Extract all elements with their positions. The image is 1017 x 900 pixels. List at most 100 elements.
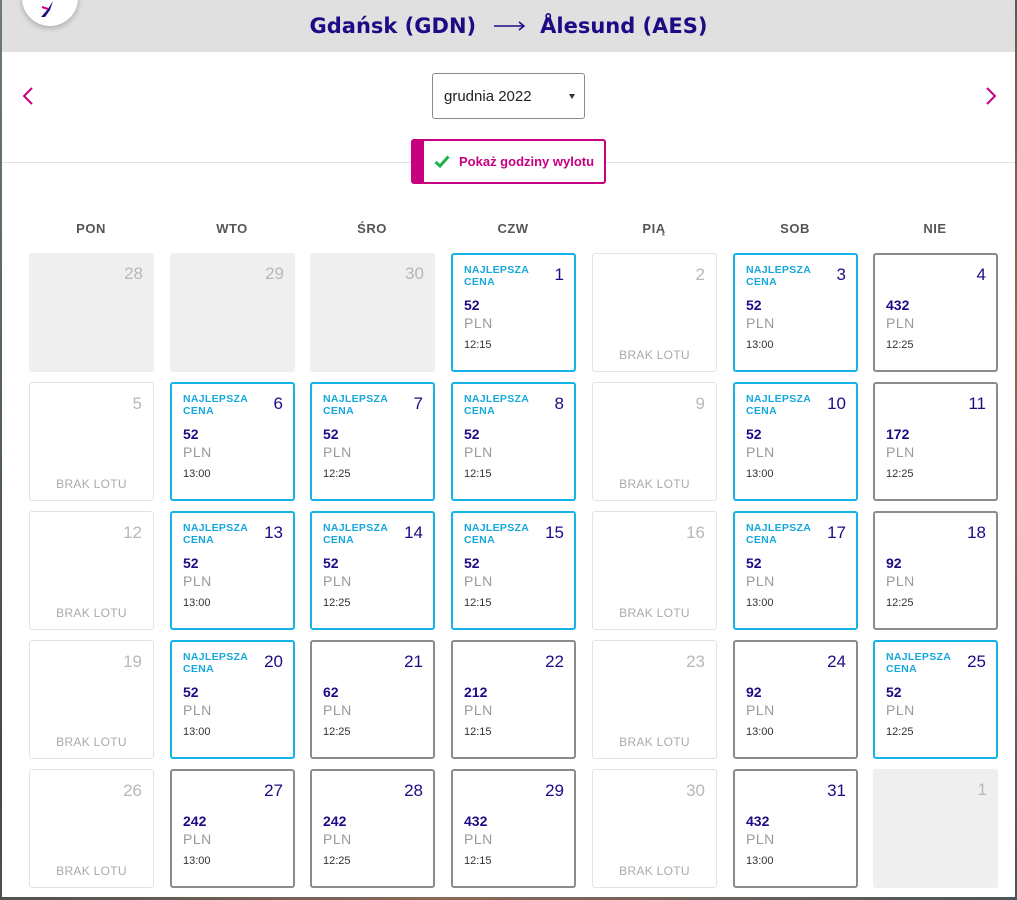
day-currency: PLN: [886, 315, 915, 331]
day-number: 17: [827, 523, 846, 542]
day-price: 92: [886, 555, 902, 571]
day-currency: PLN: [746, 831, 775, 847]
day-currency: PLN: [323, 573, 352, 589]
day-number: 29: [545, 781, 564, 800]
day-number: 16: [686, 523, 705, 542]
departure-time: 12:15: [464, 597, 492, 609]
calendar-day[interactable]: 15 NAJLEPSZA CENA 52 PLN 12:15: [451, 511, 576, 630]
day-price: 52: [323, 426, 339, 442]
fare-calendar-panel: Gdańsk (GDN) Ålesund (AES) grudnia 2022 …: [2, 0, 1015, 897]
calendar-day[interactable]: 1 NAJLEPSZA CENA 52 PLN 12:15: [451, 253, 576, 372]
calendar-day[interactable]: 20 NAJLEPSZA CENA 52 PLN 13:00: [170, 640, 295, 759]
weekday-label: WTO: [216, 221, 248, 236]
day-currency: PLN: [886, 573, 915, 589]
day-number: 25: [967, 652, 986, 671]
origin-label: Gdańsk (GDN): [309, 14, 477, 38]
day-currency: PLN: [464, 444, 493, 460]
calendar-day[interactable]: 3 NAJLEPSZA CENA 52 PLN 13:00: [733, 253, 858, 372]
calendar-day: 28: [29, 253, 154, 372]
calendar-day[interactable]: 8 NAJLEPSZA CENA 52 PLN 12:15: [451, 382, 576, 501]
day-number: 26: [123, 781, 142, 800]
show-departure-times-toggle[interactable]: Pokaż godziny wylotu: [411, 139, 606, 184]
departure-time: 12:15: [464, 468, 492, 480]
calendar-day[interactable]: 6 NAJLEPSZA CENA 52 PLN 13:00: [170, 382, 295, 501]
calendar-day[interactable]: 28 242 PLN 12:25: [310, 769, 435, 888]
day-currency: PLN: [323, 444, 352, 460]
weekday-label: PIĄ: [642, 221, 666, 236]
day-price: 92: [746, 684, 762, 700]
departure-time: 12:25: [886, 597, 914, 609]
departure-time: 12:25: [886, 339, 914, 351]
calendar-day[interactable]: 11 172 PLN 12:25: [873, 382, 998, 501]
calendar-day[interactable]: 25 NAJLEPSZA CENA 52 PLN 12:25: [873, 640, 998, 759]
day-price: 242: [183, 813, 207, 829]
day-price: 52: [464, 297, 480, 313]
day-currency: PLN: [464, 573, 493, 589]
no-flight-label: BRAK LOTU: [619, 735, 690, 749]
day-number: 18: [967, 523, 986, 542]
month-select[interactable]: grudnia 2022: [432, 73, 585, 119]
day-number: 5: [132, 394, 142, 413]
chevron-left-icon[interactable]: [16, 84, 40, 108]
departure-time: 12:25: [323, 855, 351, 867]
chevron-right-icon[interactable]: [979, 84, 1003, 108]
departure-time: 12:25: [886, 726, 914, 738]
day-number: 2: [695, 265, 705, 284]
day-price: 242: [323, 813, 347, 829]
day-number: 21: [404, 652, 423, 671]
destination-label: Ålesund (AES): [540, 14, 708, 38]
calendar-day[interactable]: 4 432 PLN 12:25: [873, 253, 998, 372]
day-currency: PLN: [183, 831, 212, 847]
calendar-day[interactable]: 27 242 PLN 13:00: [170, 769, 295, 888]
calendar-day[interactable]: 13 NAJLEPSZA CENA 52 PLN 13:00: [170, 511, 295, 630]
best-price-badge: NAJLEPSZA CENA: [746, 393, 811, 417]
calendar-day: 30 BRAK LOTU: [592, 769, 717, 888]
day-number: 7: [413, 394, 423, 413]
day-number: 6: [273, 394, 283, 413]
weekday-label: SOB: [780, 221, 810, 236]
day-number: 30: [405, 264, 424, 283]
weekday-label: CZW: [497, 221, 529, 236]
best-price-badge: NAJLEPSZA CENA: [183, 651, 248, 675]
day-currency: PLN: [323, 702, 352, 718]
calendar-day[interactable]: 22 212 PLN 12:15: [451, 640, 576, 759]
day-currency: PLN: [746, 315, 775, 331]
no-flight-label: BRAK LOTU: [56, 477, 127, 491]
day-currency: PLN: [183, 702, 212, 718]
departure-time: 13:00: [746, 726, 774, 738]
day-price: 52: [183, 426, 199, 442]
day-currency: PLN: [886, 444, 915, 460]
calendar-day[interactable]: 17 NAJLEPSZA CENA 52 PLN 13:00: [733, 511, 858, 630]
day-number: 19: [123, 652, 142, 671]
day-number: 8: [554, 394, 564, 413]
calendar-day[interactable]: 7 NAJLEPSZA CENA 52 PLN 12:25: [310, 382, 435, 501]
day-price: 52: [464, 426, 480, 442]
day-number: 31: [827, 781, 846, 800]
best-price-badge: NAJLEPSZA CENA: [183, 393, 248, 417]
calendar-day[interactable]: 18 92 PLN 12:25: [873, 511, 998, 630]
calendar-day: 29: [170, 253, 295, 372]
best-price-badge: NAJLEPSZA CENA: [464, 522, 529, 546]
day-number: 1: [977, 780, 987, 799]
day-number: 11: [968, 394, 986, 413]
day-number: 13: [264, 523, 283, 542]
calendar-day[interactable]: 14 NAJLEPSZA CENA 52 PLN 12:25: [310, 511, 435, 630]
day-currency: PLN: [183, 444, 212, 460]
calendar-day[interactable]: 31 432 PLN 13:00: [733, 769, 858, 888]
weekday-label: PON: [76, 221, 106, 236]
weekday-label: NIE: [923, 221, 947, 236]
day-number: 28: [404, 781, 423, 800]
best-price-badge: NAJLEPSZA CENA: [323, 522, 388, 546]
day-number: 3: [836, 265, 846, 284]
calendar-day[interactable]: 21 62 PLN 12:25: [310, 640, 435, 759]
day-number: 29: [265, 264, 284, 283]
long-arrow-right-icon: [494, 20, 526, 32]
no-flight-label: BRAK LOTU: [619, 348, 690, 362]
calendar-day[interactable]: 29 432 PLN 12:15: [451, 769, 576, 888]
calendar-day[interactable]: 24 92 PLN 13:00: [733, 640, 858, 759]
day-number: 12: [123, 523, 142, 542]
calendar-day[interactable]: 10 NAJLEPSZA CENA 52 PLN 13:00: [733, 382, 858, 501]
calendar-day: 19 BRAK LOTU: [29, 640, 154, 759]
calendar-day: 2 BRAK LOTU: [592, 253, 717, 372]
calendar-day: 5 BRAK LOTU: [29, 382, 154, 501]
